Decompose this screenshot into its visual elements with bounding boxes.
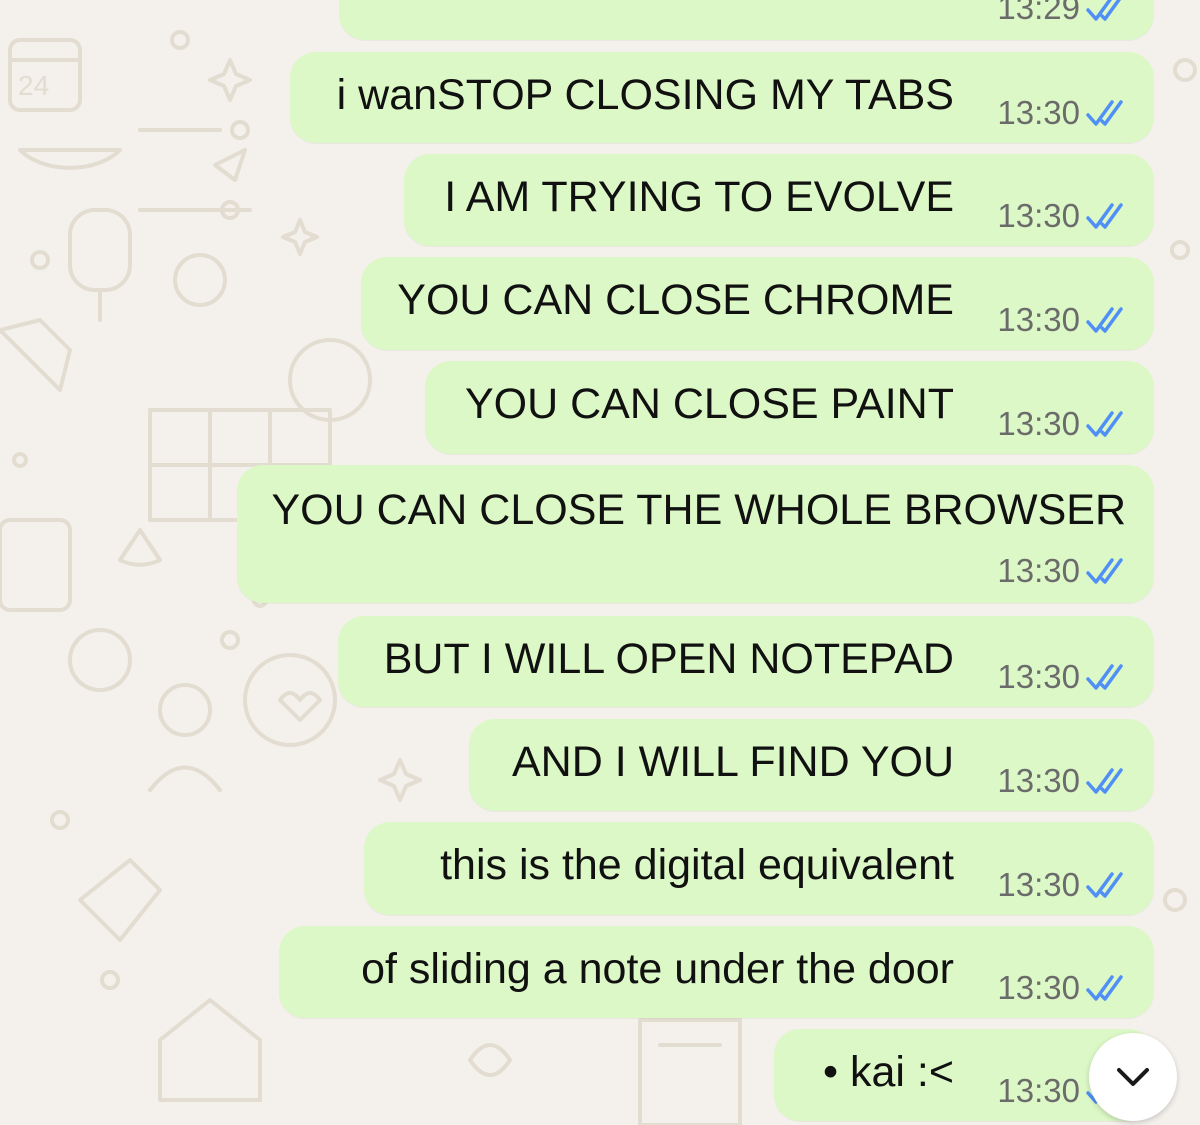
message-time: 13:30 <box>997 969 1080 1006</box>
read-ticks-icon <box>1086 872 1123 898</box>
message-meta: 13:29 <box>997 0 1130 26</box>
message-meta: 13:30 <box>997 763 1130 799</box>
message-bubble[interactable]: YOU CAN CLOSE PAINT 13:30 <box>425 361 1154 454</box>
message-bubble[interactable]: BUT I WILL OPEN NOTEPAD 13:30 <box>338 616 1154 707</box>
message-meta: 13:30 <box>997 406 1130 442</box>
read-ticks-icon <box>1086 0 1121 21</box>
message-bubble[interactable]: YOU CAN CLOSE CHROME 13:30 <box>361 257 1154 350</box>
read-ticks-icon <box>1086 307 1123 333</box>
message-text: I AM TRYING TO EVOLVE <box>444 173 954 221</box>
message-meta: 13:30 <box>997 970 1130 1006</box>
message-bubble-partial[interactable]: 13:29 <box>339 0 1154 40</box>
message-text: YOU CAN CLOSE THE WHOLE BROWSER <box>271 486 1126 534</box>
message-meta: 13:30 <box>997 95 1130 131</box>
message-text: of sliding a note under the door <box>361 945 954 993</box>
message-bubble[interactable]: AND I WILL FIND YOU 13:30 <box>469 719 1154 811</box>
message-time: 13:30 <box>997 552 1080 589</box>
message-time: 13:30 <box>997 197 1080 234</box>
chat-background: 24 13:29 i wanSTOP CLOSING MY TABS 13:30… <box>0 0 1200 1125</box>
message-text: AND I WILL FIND YOU <box>511 738 954 786</box>
message-meta: 13:30 <box>997 198 1130 234</box>
read-ticks-icon <box>1086 100 1123 126</box>
message-text: YOU CAN CLOSE CHROME <box>397 276 954 324</box>
read-ticks-icon <box>1086 203 1123 229</box>
message-time: 13:30 <box>997 1072 1080 1109</box>
message-time: 13:30 <box>997 866 1080 903</box>
message-text: • kai :< <box>823 1048 954 1096</box>
message-time: 13:30 <box>997 658 1080 695</box>
read-ticks-icon <box>1086 664 1123 690</box>
read-ticks-icon <box>1086 768 1123 794</box>
svg-text:24: 24 <box>18 70 49 101</box>
message-text: YOU CAN CLOSE PAINT <box>464 380 954 428</box>
message-bubble[interactable]: of sliding a note under the door 13:30 <box>279 926 1154 1018</box>
message-bubble[interactable]: this is the digital equivalent 13:30 <box>364 822 1154 915</box>
message-meta: 13:30 <box>997 867 1130 903</box>
message-time: 13:30 <box>997 762 1080 799</box>
message-text: i wanSTOP CLOSING MY TABS <box>336 71 954 119</box>
read-ticks-icon <box>1086 558 1123 584</box>
message-time: 13:30 <box>997 301 1080 338</box>
message-bubble[interactable]: YOU CAN CLOSE THE WHOLE BROWSER 13:30 <box>237 465 1154 603</box>
read-ticks-icon <box>1086 975 1123 1001</box>
message-meta: 13:30 <box>997 302 1130 338</box>
message-meta: 13:30 <box>997 659 1130 695</box>
message-time: 13:29 <box>997 0 1080 26</box>
message-bubble[interactable]: I AM TRYING TO EVOLVE 13:30 <box>404 154 1154 246</box>
message-bubble[interactable]: i wanSTOP CLOSING MY TABS 13:30 <box>290 52 1154 143</box>
read-ticks-icon <box>1086 411 1123 437</box>
message-text: this is the digital equivalent <box>440 841 954 889</box>
scroll-to-bottom-button[interactable] <box>1089 1033 1177 1121</box>
message-time: 13:30 <box>997 405 1080 442</box>
message-time: 13:30 <box>997 94 1080 131</box>
message-meta: 13:30 <box>997 553 1130 589</box>
chevron-down-icon <box>1117 1068 1149 1086</box>
message-text: BUT I WILL OPEN NOTEPAD <box>383 635 954 683</box>
